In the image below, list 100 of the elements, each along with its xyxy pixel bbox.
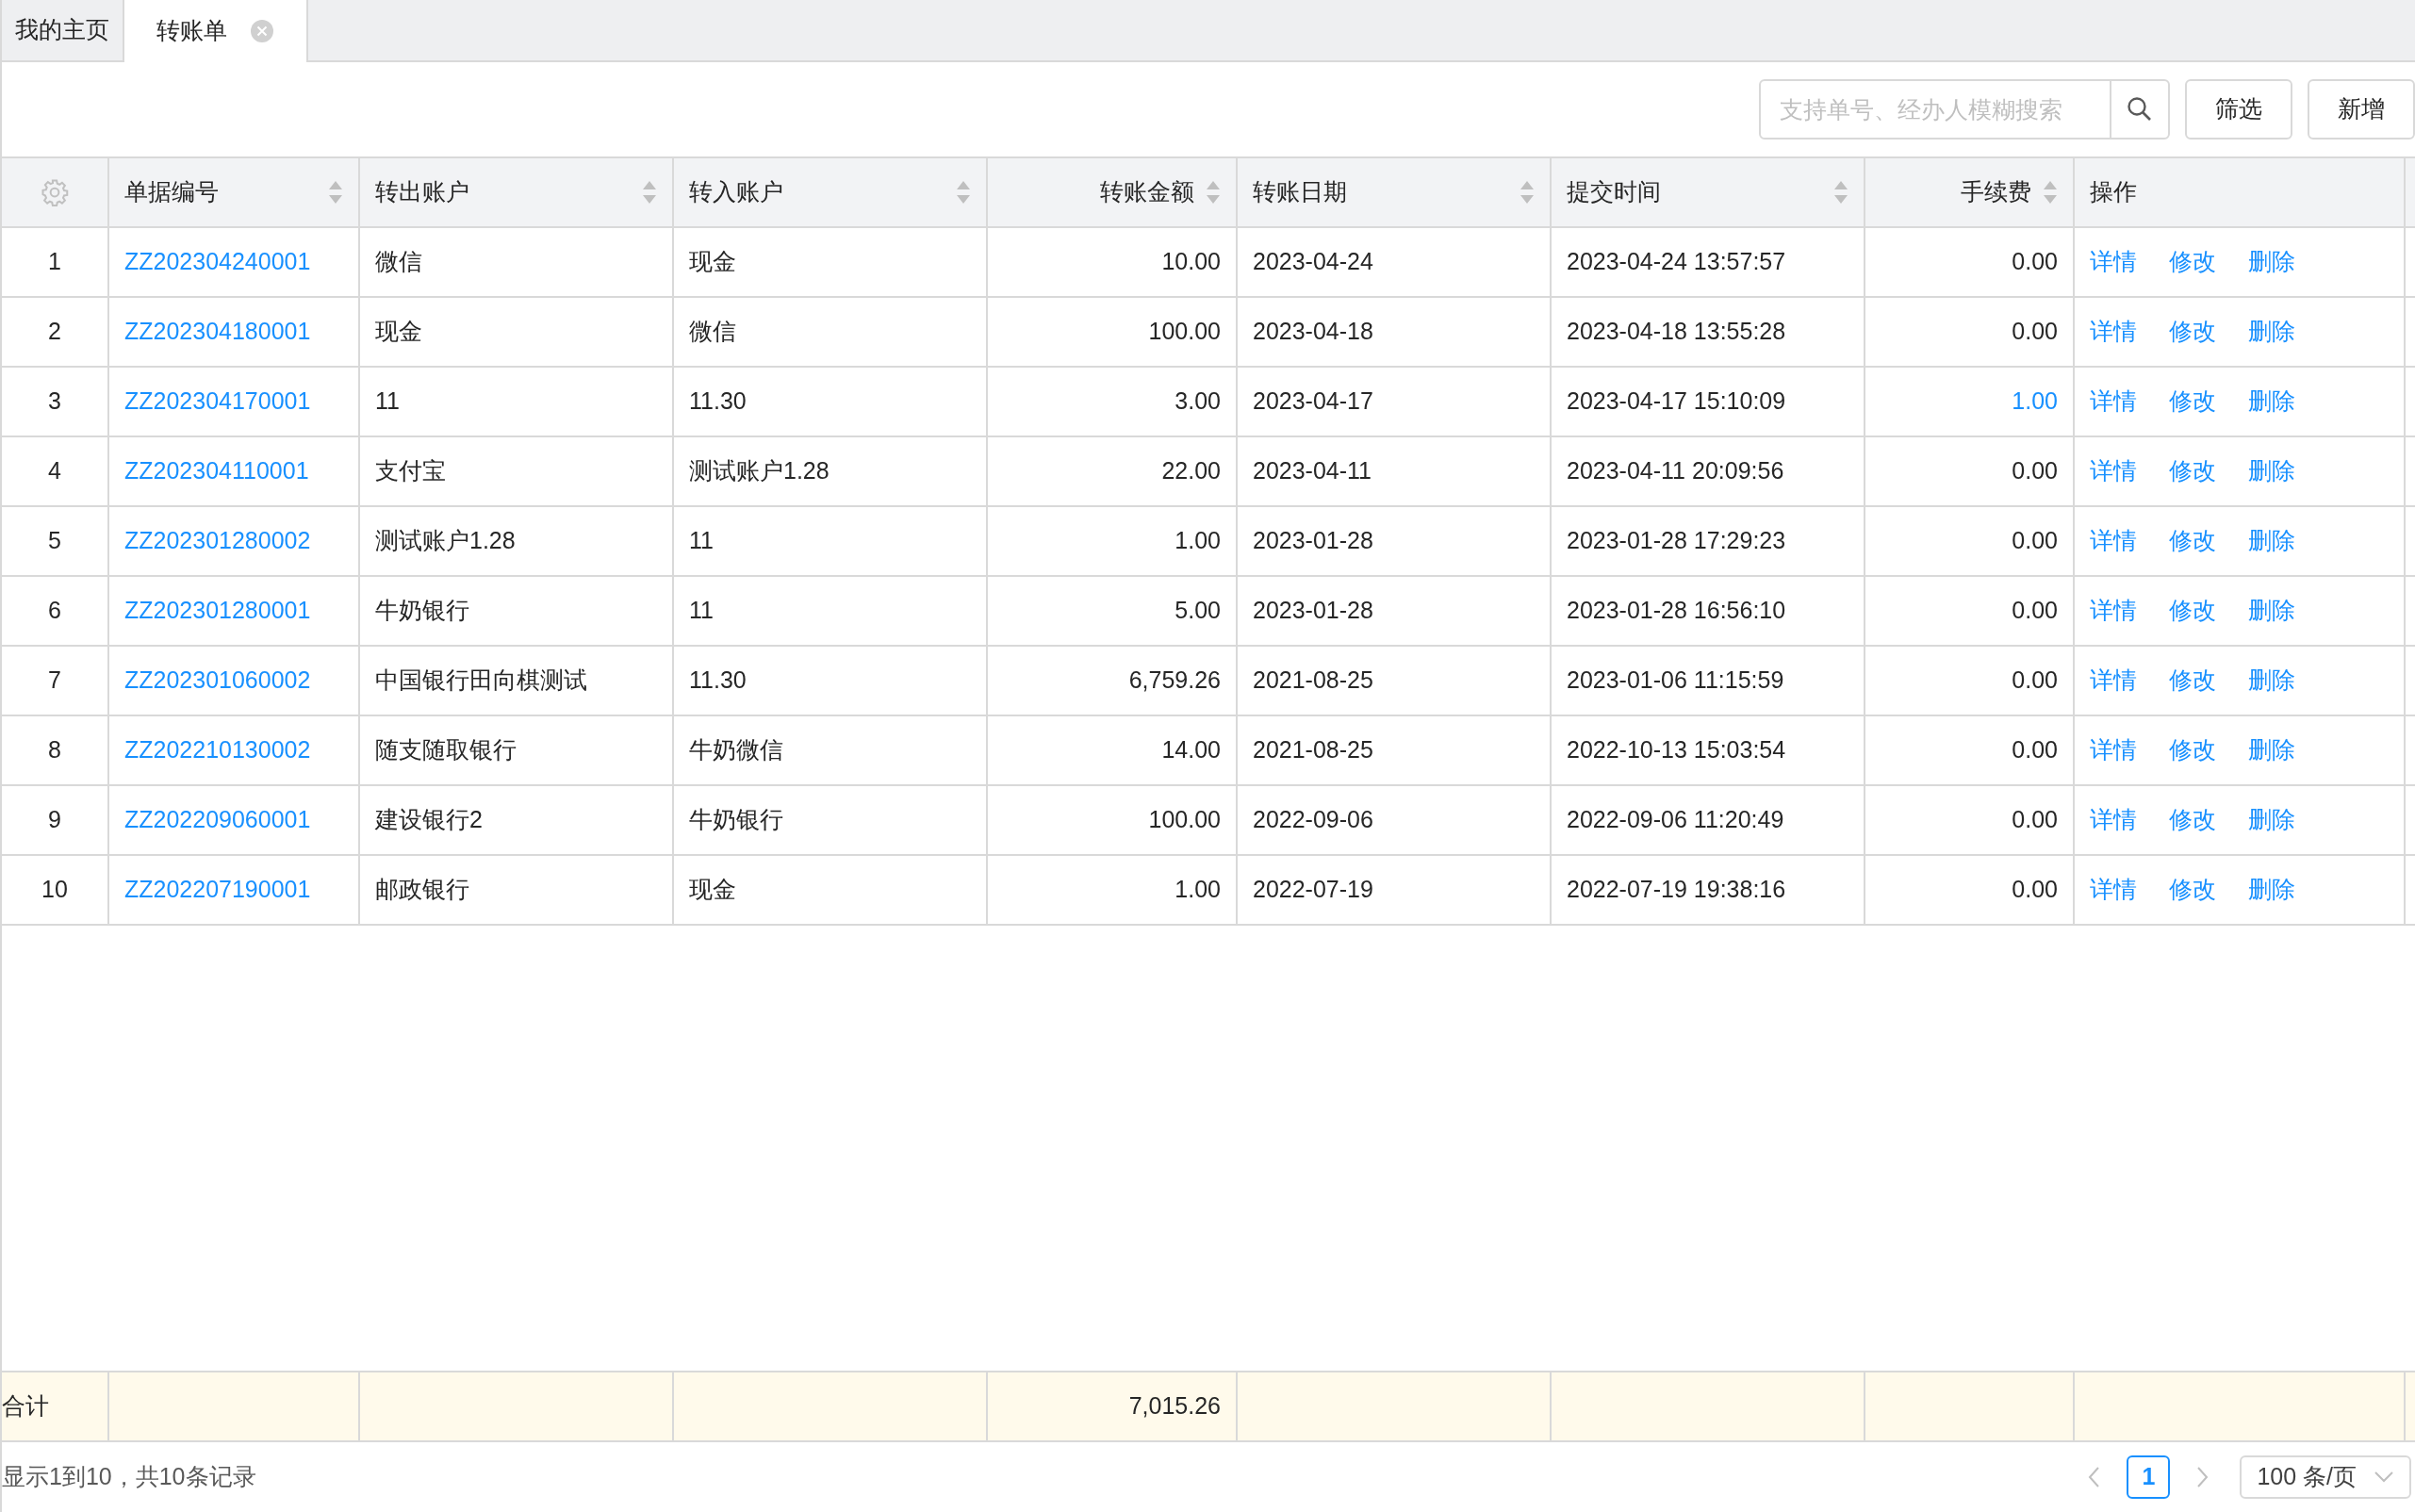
action-link[interactable]: 删除 — [2248, 802, 2295, 838]
action-link[interactable]: 详情 — [2090, 384, 2137, 419]
table-cell: 牛奶微信 — [674, 716, 988, 784]
document-number-link[interactable]: ZZ202210130002 — [109, 716, 360, 784]
page-button[interactable]: 1 — [2127, 1455, 2171, 1499]
action-link[interactable]: 详情 — [2090, 802, 2137, 838]
document-number-link[interactable]: ZZ202304180001 — [109, 298, 360, 366]
chevron-right-icon — [2196, 1466, 2210, 1488]
table-cell: 2023-04-11 20:09:56 — [1552, 437, 1865, 505]
action-link[interactable]: 详情 — [2090, 244, 2137, 280]
table-cell: 0.00 — [1865, 856, 2075, 924]
action-link[interactable]: 删除 — [2248, 314, 2295, 350]
sort-icon[interactable] — [328, 179, 343, 205]
action-link[interactable]: 删除 — [2248, 384, 2295, 419]
table-cell: 2022-07-19 — [1238, 856, 1552, 924]
row-number: 10 — [2, 856, 109, 924]
table-cell: 2023-01-06 11:15:59 — [1552, 647, 1865, 715]
table-cell: 14.00 — [988, 716, 1238, 784]
toolbar-button[interactable]: 新增 — [2308, 79, 2415, 140]
action-link[interactable]: 详情 — [2090, 663, 2137, 698]
search-field[interactable]: 支持单号、经办人模糊搜索 — [1759, 79, 2170, 140]
toolbar-button[interactable]: 筛选 — [2185, 79, 2292, 140]
row-number: 1 — [2, 228, 109, 296]
action-link[interactable]: 详情 — [2090, 732, 2137, 768]
row-number: 8 — [2, 716, 109, 784]
sort-icon[interactable] — [2043, 179, 2058, 205]
column-header[interactable]: 操作 — [2090, 174, 2137, 210]
action-link[interactable]: 修改 — [2169, 523, 2216, 559]
action-link[interactable]: 修改 — [2169, 384, 2216, 419]
action-link[interactable]: 删除 — [2248, 593, 2295, 629]
table-cell: 中国银行田向棋测试 — [360, 647, 674, 715]
table-cell: 2022-09-06 11:20:49 — [1552, 786, 1865, 854]
document-number-link[interactable]: ZZ202209060001 — [109, 786, 360, 854]
table-cell: 2023-04-17 15:10:09 — [1552, 368, 1865, 436]
action-link[interactable]: 删除 — [2248, 453, 2295, 489]
action-link[interactable]: 删除 — [2248, 872, 2295, 908]
column-header[interactable]: 转账金额 — [1100, 174, 1194, 210]
table-cell: 0.00 — [1865, 507, 2075, 575]
table-cell: 22.00 — [988, 437, 1238, 505]
action-link[interactable]: 删除 — [2248, 244, 2295, 280]
action-link[interactable]: 修改 — [2169, 732, 2216, 768]
table-cell: 11.30 — [674, 647, 988, 715]
column-header[interactable]: 转账日期 — [1253, 174, 1347, 210]
action-link[interactable]: 详情 — [2090, 593, 2137, 629]
column-header[interactable]: 提交时间 — [1567, 174, 1661, 210]
action-link[interactable]: 修改 — [2169, 593, 2216, 629]
document-number-link[interactable]: ZZ202301060002 — [109, 647, 360, 715]
table-cell: 0.00 — [1865, 786, 2075, 854]
row-number: 6 — [2, 577, 109, 645]
action-link[interactable]: 修改 — [2169, 872, 2216, 908]
table-cell: 2022-07-19 19:38:16 — [1552, 856, 1865, 924]
table-cell: 0.00 — [1865, 577, 2075, 645]
document-number-link[interactable]: ZZ202301280002 — [109, 507, 360, 575]
action-link[interactable]: 修改 — [2169, 314, 2216, 350]
action-link[interactable]: 删除 — [2248, 732, 2295, 768]
table-cell: 2023-04-18 — [1238, 298, 1552, 366]
column-header[interactable]: 单据编号 — [124, 174, 219, 210]
row-number: 3 — [2, 368, 109, 436]
table-cell: 邮政银行 — [360, 856, 674, 924]
document-number-link[interactable]: ZZ202304110001 — [109, 437, 360, 505]
table-cell: 现金 — [360, 298, 674, 366]
page-size-select[interactable]: 100 条/页 — [2240, 1455, 2411, 1499]
action-link[interactable]: 修改 — [2169, 453, 2216, 489]
table-cell: 2021-08-25 — [1238, 716, 1552, 784]
sort-icon[interactable] — [642, 179, 657, 205]
action-link[interactable]: 详情 — [2090, 453, 2137, 489]
table-cell: 牛奶银行 — [674, 786, 988, 854]
document-number-link[interactable]: ZZ202207190001 — [109, 856, 360, 924]
document-number-link[interactable]: ZZ202304240001 — [109, 228, 360, 296]
action-link[interactable]: 修改 — [2169, 244, 2216, 280]
settings-icon[interactable] — [41, 178, 69, 206]
action-link[interactable]: 详情 — [2090, 314, 2137, 350]
action-link[interactable]: 删除 — [2248, 523, 2295, 559]
sort-icon[interactable] — [1206, 179, 1221, 205]
action-link[interactable]: 删除 — [2248, 663, 2295, 698]
document-number-link[interactable]: ZZ202301280001 — [109, 577, 360, 645]
column-header[interactable]: 转入账户 — [689, 174, 783, 210]
table-cell: 10.00 — [988, 228, 1238, 296]
table-cell: 支付宝 — [360, 437, 674, 505]
sort-icon[interactable] — [956, 179, 971, 205]
document-number-link[interactable]: ZZ202304170001 — [109, 368, 360, 436]
table-cell: 2023-01-28 17:29:23 — [1552, 507, 1865, 575]
sort-icon[interactable] — [1833, 179, 1848, 205]
action-link[interactable]: 修改 — [2169, 802, 2216, 838]
table-cell: 牛奶银行 — [360, 577, 674, 645]
tab[interactable]: 转账单 — [124, 0, 308, 62]
table-cell: 2021-08-25 — [1238, 647, 1552, 715]
table-cell: 2022-09-06 — [1238, 786, 1552, 854]
table-cell: 2023-01-28 — [1238, 577, 1552, 645]
row-number: 5 — [2, 507, 109, 575]
action-link[interactable]: 详情 — [2090, 523, 2137, 559]
close-icon[interactable] — [250, 19, 274, 43]
table-cell: 6,759.26 — [988, 647, 1238, 715]
sort-icon[interactable] — [1520, 179, 1535, 205]
row-number: 4 — [2, 437, 109, 505]
column-header[interactable]: 转出账户 — [375, 174, 469, 210]
column-header[interactable]: 手续费 — [1961, 174, 2031, 210]
table-cell: 11 — [674, 507, 988, 575]
action-link[interactable]: 修改 — [2169, 663, 2216, 698]
action-link[interactable]: 详情 — [2090, 872, 2137, 908]
